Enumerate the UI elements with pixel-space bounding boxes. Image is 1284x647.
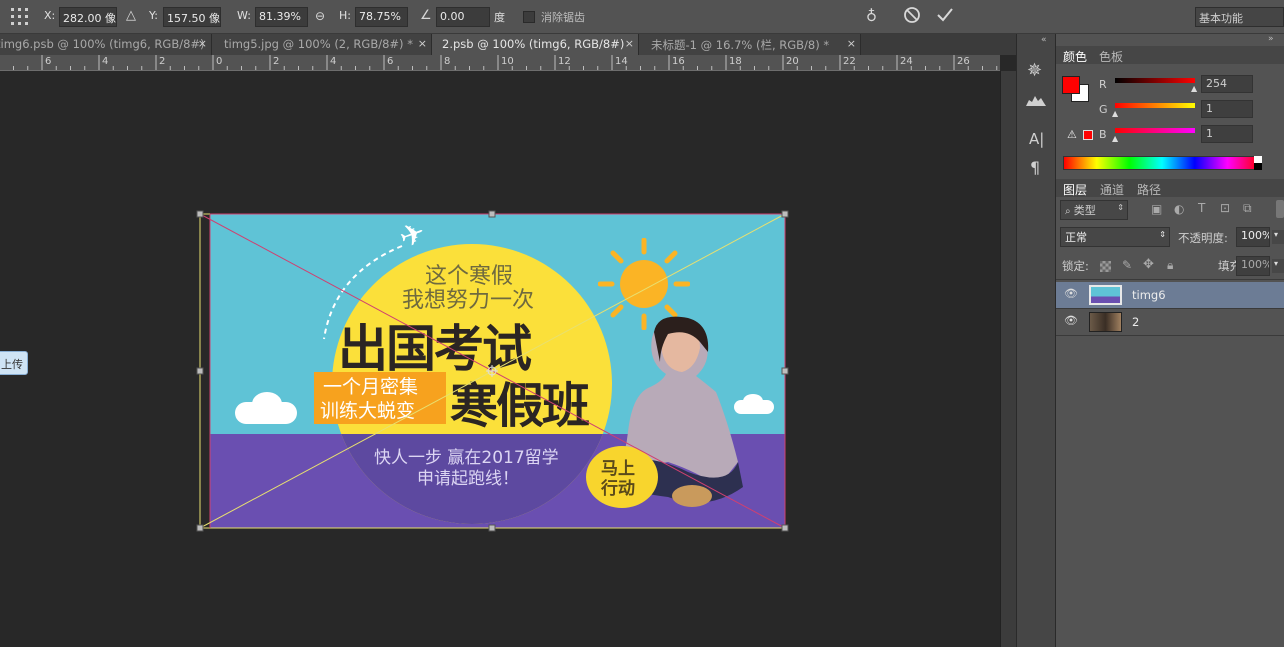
layer-filter-select[interactable]: ⌕ 类型 ⇕: [1060, 200, 1128, 220]
filter-smart-object-icon[interactable]: ⧉: [1243, 201, 1252, 216]
filter-shape-icon[interactable]: ⊡: [1220, 201, 1230, 215]
histogram-icon[interactable]: [1026, 92, 1046, 109]
vertical-scrollbar[interactable]: [1000, 71, 1016, 647]
blend-mode-select[interactable]: 正常 ⇕: [1060, 227, 1170, 247]
handle-left[interactable]: [196, 367, 204, 375]
pivot-point[interactable]: [486, 365, 498, 377]
workspace-select[interactable]: 基本功能: [1195, 7, 1284, 27]
character-icon[interactable]: A|: [1029, 130, 1044, 148]
dropdown-arrow-icon: ⇕: [1159, 230, 1166, 239]
opacity-dropdown-icon[interactable]: ▾: [1272, 230, 1284, 244]
tab-swatches[interactable]: 色板: [1099, 48, 1123, 65]
transform-box: [196, 210, 789, 532]
handle-bottom[interactable]: [488, 524, 496, 532]
tab-paths[interactable]: 路径: [1137, 181, 1161, 198]
opacity-label: 不透明度:: [1178, 231, 1228, 245]
layer-row-timg6[interactable]: 👁︎ timg6: [1056, 282, 1284, 308]
opacity-input[interactable]: 100%: [1236, 227, 1270, 247]
r-value-input[interactable]: 254: [1201, 75, 1253, 93]
panel-collapse-icon[interactable]: »: [1268, 34, 1274, 44]
right-panel: » 颜色 色板 R G B ▲ ▲ ▲ 254 1 1 ⚠ 图层 通道 路径 ⌕…: [1056, 34, 1284, 647]
layers-panel-header: [1056, 179, 1284, 197]
tab-color[interactable]: 颜色: [1063, 48, 1087, 65]
layer-thumbnail: [1089, 285, 1122, 305]
layer-thumbnail: [1089, 312, 1122, 332]
divider: [1056, 279, 1284, 280]
lock-pixels-icon[interactable]: ✎: [1122, 258, 1132, 272]
handle-bottom-right[interactable]: [781, 524, 789, 532]
g-label: G: [1099, 103, 1108, 116]
handle-bottom-left[interactable]: [196, 524, 204, 532]
panel-icon-strip: « ✵ A| ¶: [1016, 34, 1056, 647]
r-slider[interactable]: [1115, 78, 1195, 83]
b-slider-thumb[interactable]: ▲: [1112, 134, 1118, 143]
visibility-eye-icon[interactable]: 👁︎: [1064, 287, 1078, 300]
layer-row-2[interactable]: 👁︎ 2: [1056, 309, 1284, 335]
r-slider-thumb[interactable]: ▲: [1191, 84, 1197, 93]
tab-layers[interactable]: 图层: [1063, 181, 1087, 198]
g-slider[interactable]: [1115, 103, 1195, 108]
handle-top[interactable]: [488, 210, 496, 218]
layer-name: timg6: [1132, 288, 1166, 302]
g-value-input[interactable]: 1: [1201, 100, 1253, 118]
fill-dropdown-icon[interactable]: ▾: [1272, 259, 1284, 273]
foreground-color-swatch[interactable]: [1062, 76, 1080, 94]
visibility-eye-icon[interactable]: 👁︎: [1064, 314, 1078, 327]
tab-channels[interactable]: 通道: [1100, 181, 1124, 198]
b-value-input[interactable]: 1: [1201, 125, 1253, 143]
b-slider[interactable]: [1115, 128, 1195, 133]
layer-name: 2: [1132, 315, 1140, 329]
blend-mode-label: 正常: [1065, 231, 1087, 244]
gamut-swatch[interactable]: [1083, 130, 1093, 140]
brush-settings-icon[interactable]: ✵: [1027, 60, 1042, 81]
handle-top-right[interactable]: [781, 210, 789, 218]
divider: [1056, 335, 1284, 336]
gamut-warning-icon[interactable]: ⚠: [1067, 128, 1077, 141]
lock-transparent-icon[interactable]: [1100, 261, 1111, 272]
spectrum-white-black[interactable]: [1254, 156, 1262, 170]
g-slider-thumb[interactable]: ▲: [1112, 109, 1118, 118]
collapse-icon[interactable]: «: [1041, 35, 1047, 45]
b-label: B: [1099, 128, 1107, 141]
handle-right[interactable]: [781, 367, 789, 375]
filter-type-icon[interactable]: T: [1198, 201, 1205, 215]
search-icon: ⌕: [1065, 206, 1074, 217]
filter-adjustment-icon[interactable]: ◐: [1174, 202, 1184, 216]
filter-kind-label: 类型: [1073, 204, 1096, 217]
r-label: R: [1099, 78, 1107, 91]
lock-position-icon[interactable]: ✥: [1143, 257, 1154, 272]
dropdown-arrow-icon: ⇕: [1117, 203, 1124, 212]
lock-label: 锁定:: [1062, 259, 1089, 273]
color-panel-header: [1056, 46, 1284, 64]
paragraph-icon[interactable]: ¶: [1030, 158, 1040, 177]
lock-all-icon[interactable]: 🔒︎: [1167, 258, 1173, 273]
filter-pixel-icon[interactable]: ▣: [1151, 202, 1162, 216]
color-spectrum-bar[interactable]: [1063, 156, 1261, 170]
handle-top-left[interactable]: [196, 210, 204, 218]
filter-toggle-icon[interactable]: [1276, 200, 1284, 218]
fill-input[interactable]: 100%: [1236, 256, 1270, 276]
